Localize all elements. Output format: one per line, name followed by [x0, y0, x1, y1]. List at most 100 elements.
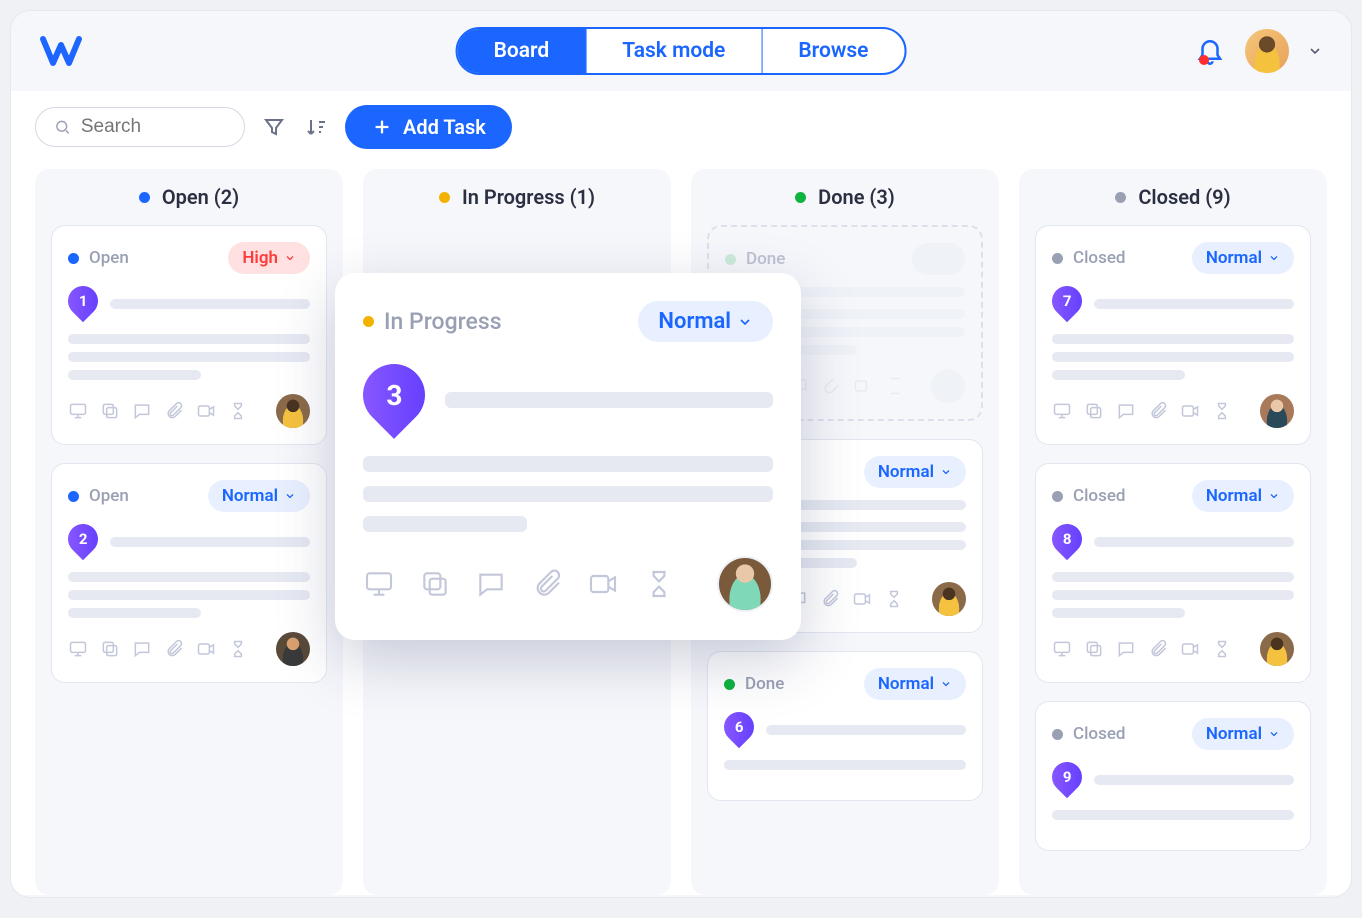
filter-button[interactable]: [261, 114, 287, 140]
column-closed: Closed (9) Closed Normal 7: [1019, 169, 1327, 895]
hourglass-icon: [228, 401, 248, 421]
chevron-down-icon: [1268, 252, 1280, 264]
status-dot-progress: [439, 192, 450, 203]
chevron-down-icon: [1268, 728, 1280, 740]
assignee-avatar[interactable]: [1260, 632, 1294, 666]
priority-selector[interactable]: Normal: [208, 480, 310, 512]
column-in-progress-label: In Progress (1): [462, 185, 595, 209]
comment-icon: [132, 401, 152, 421]
priority-label: Normal: [878, 462, 934, 482]
status-label: Open: [89, 248, 129, 268]
placeholder-line: [1052, 370, 1185, 380]
task-number: 2: [79, 530, 88, 548]
placeholder-line: [1094, 299, 1294, 309]
priority-label: Normal: [1206, 486, 1262, 506]
chevron-down-icon: [940, 466, 952, 478]
assignee-avatar[interactable]: [1260, 394, 1294, 428]
monitor-icon: [1052, 401, 1072, 421]
toolbar: Add Task: [11, 91, 1351, 169]
placeholder-line: [1094, 537, 1294, 547]
video-icon: [587, 568, 619, 600]
task-card-dragging[interactable]: In Progress Normal 3: [335, 273, 801, 640]
placeholder-line: [68, 572, 310, 582]
video-icon: [196, 639, 216, 659]
placeholder-line: [68, 352, 310, 362]
task-number: 3: [386, 379, 402, 412]
task-card-1[interactable]: Open High 1: [51, 225, 327, 445]
tab-board[interactable]: Board: [458, 29, 586, 73]
column-closed-label: Closed (9): [1138, 185, 1230, 209]
copy-icon: [1084, 401, 1104, 421]
tab-browse[interactable]: Browse: [761, 29, 904, 73]
status-label: Done: [746, 249, 785, 269]
tab-task-mode[interactable]: Task mode: [585, 29, 761, 73]
placeholder-line: [363, 456, 773, 472]
priority-selector[interactable]: Normal: [1192, 242, 1294, 274]
placeholder-line: [1052, 572, 1294, 582]
priority-selector[interactable]: Normal: [638, 301, 773, 342]
copy-icon: [1084, 639, 1104, 659]
sort-button[interactable]: [303, 114, 329, 140]
assignee-avatar[interactable]: [717, 556, 773, 612]
notifications-button[interactable]: [1195, 35, 1227, 67]
copy-icon: [100, 639, 120, 659]
priority-label: Normal: [1206, 248, 1262, 268]
priority-selector[interactable]: Normal: [1192, 718, 1294, 750]
chevron-down-icon: [737, 314, 753, 330]
task-card-8[interactable]: Closed Normal 8: [1035, 463, 1311, 683]
attachment-icon: [1148, 639, 1168, 659]
video-icon: [1180, 401, 1200, 421]
priority-label: Normal: [878, 674, 934, 694]
assignee-avatar[interactable]: [276, 632, 310, 666]
status-dot: [68, 491, 79, 502]
placeholder-line: [1052, 334, 1294, 344]
chevron-down-icon: [940, 678, 952, 690]
search-input-wrap[interactable]: [35, 107, 245, 147]
search-input[interactable]: [81, 116, 226, 138]
add-task-button[interactable]: Add Task: [345, 105, 512, 149]
priority-selector[interactable]: Normal: [864, 456, 966, 488]
placeholder-line: [1052, 590, 1294, 600]
placeholder-line: [766, 725, 966, 735]
monitor-icon: [1052, 639, 1072, 659]
placeholder-line: [1094, 775, 1294, 785]
notification-dot: [1199, 55, 1209, 65]
attachment-icon: [1148, 401, 1168, 421]
card-action-icons: [1052, 639, 1232, 659]
assignee-avatar[interactable]: [932, 582, 966, 616]
task-card-6[interactable]: Done Normal 6: [707, 651, 983, 801]
status-label: In Progress: [384, 308, 502, 335]
chevron-down-icon: [1268, 490, 1280, 502]
task-pin: 8: [1052, 524, 1082, 560]
video-icon: [1180, 639, 1200, 659]
task-pin: 6: [724, 712, 754, 748]
chevron-down-icon: [1307, 43, 1323, 59]
placeholder-line: [363, 486, 773, 502]
task-card-7[interactable]: Closed Normal 7: [1035, 225, 1311, 445]
task-card-2[interactable]: Open Normal 2: [51, 463, 327, 683]
assignee-avatar: [931, 369, 965, 403]
monitor-icon: [68, 639, 88, 659]
assignee-avatar[interactable]: [276, 394, 310, 428]
task-card-9[interactable]: Closed Normal 9: [1035, 701, 1311, 851]
video-icon: [853, 376, 873, 396]
task-pin: 7: [1052, 286, 1082, 322]
priority-selector[interactable]: Normal: [1192, 480, 1294, 512]
top-bar: Board Task mode Browse: [11, 11, 1351, 91]
task-number: 9: [1063, 768, 1072, 786]
task-number: 1: [79, 292, 88, 310]
attachment-icon: [820, 589, 840, 609]
status-label: Done: [745, 674, 784, 694]
placeholder-line: [1052, 810, 1294, 820]
placeholder-line: [1052, 352, 1294, 362]
hourglass-icon: [1212, 639, 1232, 659]
attachment-icon: [164, 639, 184, 659]
column-closed-header: Closed (9): [1035, 185, 1311, 209]
user-menu-toggle[interactable]: [1307, 43, 1323, 59]
app-logo[interactable]: [39, 31, 91, 71]
priority-selector[interactable]: High: [228, 242, 310, 274]
priority-selector[interactable]: Normal: [864, 668, 966, 700]
card-action-icons: [68, 401, 248, 421]
card-action-icons: [68, 639, 248, 659]
user-avatar[interactable]: [1245, 29, 1289, 73]
